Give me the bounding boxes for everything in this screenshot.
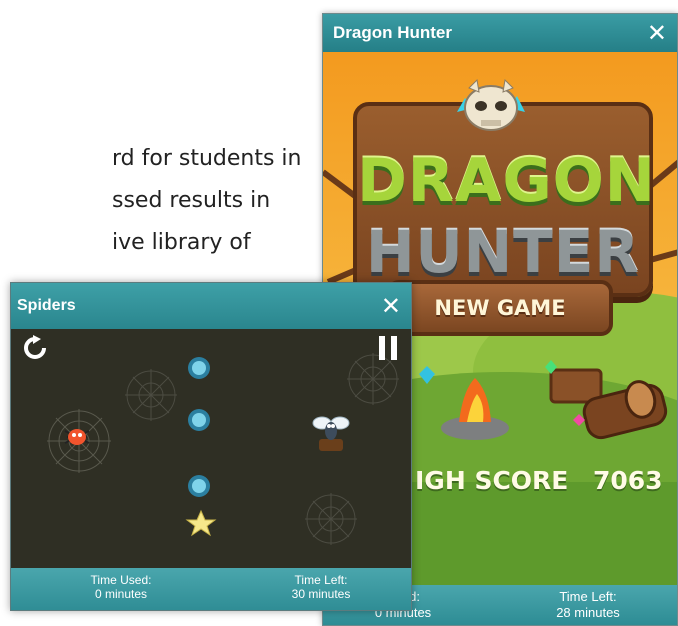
restart-icon[interactable]	[23, 335, 47, 361]
node-icon	[188, 409, 210, 431]
article-line: ssed results in	[112, 188, 271, 213]
sp-time-left-value: 30 minutes	[291, 587, 351, 601]
new-game-button[interactable]: NEW GAME	[391, 296, 609, 320]
spiders-close-icon[interactable]: ✕	[381, 294, 401, 318]
spiders-board	[47, 353, 399, 545]
article-line: rd for students in	[112, 146, 302, 171]
sp-time-used-value: 0 minutes	[94, 587, 148, 601]
high-score-label: IGH SCORE	[415, 466, 569, 495]
dragon-hunter-titlebar[interactable]: Dragon Hunter ✕	[323, 14, 677, 52]
dragon-skull-icon	[457, 78, 525, 131]
dh-time-left: Time Left: 28 minutes	[513, 589, 663, 621]
new-game-sign[interactable]: NEW GAME	[387, 280, 613, 336]
spiders-game-canvas[interactable]	[11, 329, 411, 568]
star-icon	[185, 509, 217, 537]
sp-time-left: Time Left: 30 minutes	[251, 573, 391, 601]
dragon-hunter-title: Dragon Hunter	[333, 23, 452, 42]
node-icon	[188, 475, 210, 497]
logo-line-dragon: DRAGON	[357, 146, 656, 216]
spiders-footer: Time Used: 0 minutes Time Left: 30 minut…	[11, 568, 411, 610]
dragon-hunter-close-icon[interactable]: ✕	[647, 21, 667, 45]
spider-icon	[64, 429, 90, 445]
spider-web-icon	[125, 369, 177, 421]
fly-icon	[312, 416, 350, 451]
sp-time-used-label: Time Used:	[90, 573, 152, 587]
logo-line-hunter: HUNTER	[365, 218, 641, 286]
node-icon	[188, 357, 210, 379]
spiders-title: Spiders	[17, 297, 76, 314]
article-line: ive library of	[112, 230, 251, 255]
spider-web-icon	[305, 493, 357, 545]
dh-time-left-label: Time Left:	[559, 589, 617, 604]
spiders-titlebar[interactable]: Spiders ✕	[11, 283, 411, 329]
high-score-value: 7063	[593, 466, 663, 495]
dh-time-left-value: 28 minutes	[556, 605, 620, 620]
background-article-text: rd for students in ssed results in ive l…	[112, 138, 301, 264]
sp-time-used: Time Used: 0 minutes	[51, 573, 191, 601]
sp-time-left-label: Time Left:	[294, 573, 348, 587]
spiders-window: Spiders ✕ Time Used: 0 minutes Time Left…	[10, 282, 412, 611]
pause-icon[interactable]	[377, 335, 399, 361]
